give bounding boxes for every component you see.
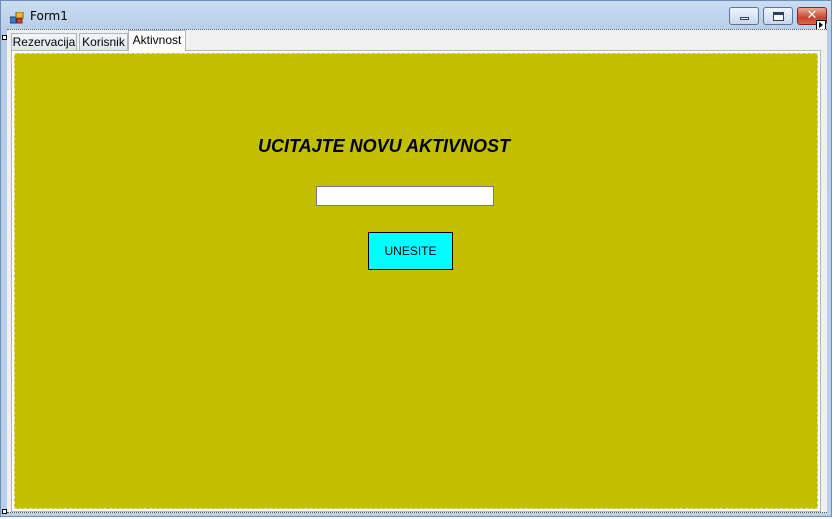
- window-title: Form1: [30, 9, 68, 23]
- page-heading: UCITAJTE NOVU AKTIVNOST: [258, 136, 511, 156]
- form-window: Form1 ✕ Rezervacija Korisnik Aktivnost U…: [0, 0, 832, 517]
- tab-korisnik[interactable]: Korisnik: [79, 33, 128, 51]
- tab-aktivnost[interactable]: Aktivnost: [128, 30, 186, 51]
- maximize-icon: [773, 12, 784, 21]
- designer-border: [7, 512, 827, 514]
- title-bar[interactable]: Form1 ✕: [1, 1, 833, 30]
- activity-input[interactable]: [316, 186, 494, 206]
- submit-button[interactable]: UNESITE: [368, 232, 453, 270]
- form-client-area: Rezervacija Korisnik Aktivnost UCITAJTE …: [7, 29, 827, 513]
- windows-form-icon: [9, 9, 24, 24]
- minimize-button[interactable]: [729, 7, 759, 25]
- maximize-button[interactable]: [763, 7, 793, 25]
- tab-page-aktivnost: UCITAJTE NOVU AKTIVNOST UNESITE: [11, 50, 821, 512]
- minimize-icon: [740, 17, 749, 20]
- tab-rezervacija[interactable]: Rezervacija: [11, 33, 77, 51]
- activity-panel: UCITAJTE NOVU AKTIVNOST UNESITE: [14, 53, 818, 509]
